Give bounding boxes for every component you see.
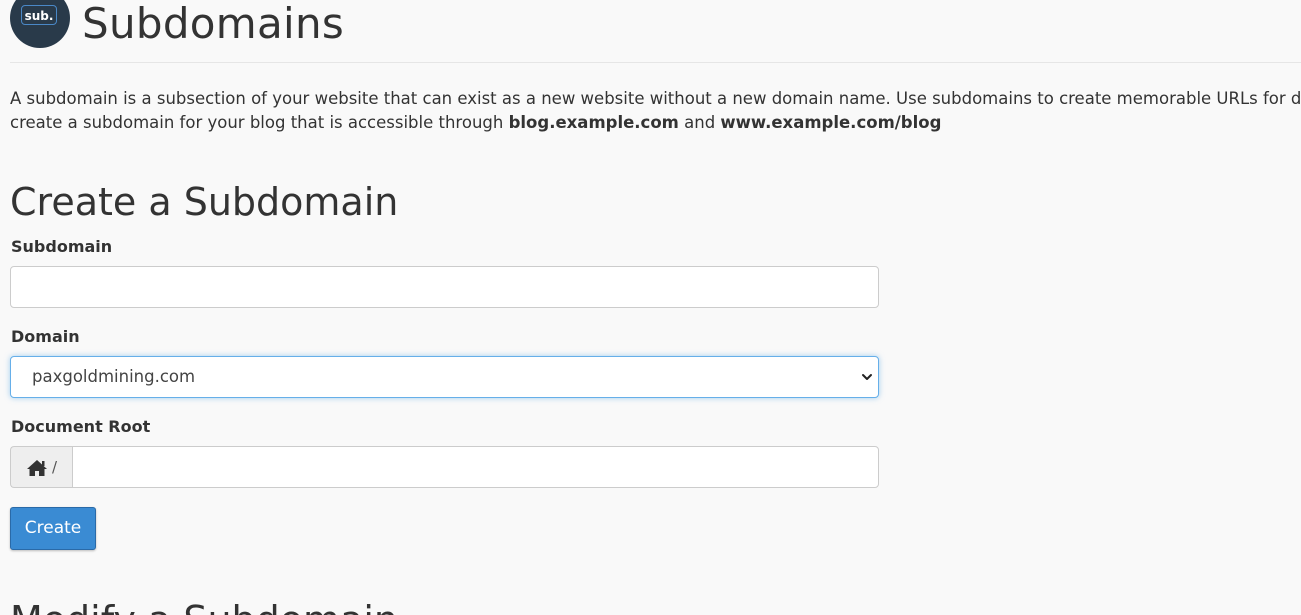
intro-text-line1: A subdomain is a subsection of your webs…	[10, 89, 1301, 108]
page-header: sub. Subdomains	[10, 0, 1301, 63]
intro-description: A subdomain is a subsection of your webs…	[10, 87, 1301, 135]
home-directory-addon: /	[10, 446, 73, 488]
document-root-input-group: /	[10, 446, 879, 488]
example-subdomain-url: blog.example.com	[508, 113, 679, 132]
subdomain-label: Subdomain	[11, 237, 113, 256]
intro-connector: and	[678, 113, 721, 132]
domain-select[interactable]: paxgoldmining.com	[10, 356, 879, 398]
intro-text-line2: create a subdomain for your blog that is…	[10, 113, 509, 132]
document-root-input[interactable]	[72, 446, 879, 488]
create-button[interactable]: Create	[10, 507, 96, 550]
subdomains-logo-icon: sub.	[10, 0, 70, 48]
home-icon	[27, 460, 47, 476]
create-subdomain-heading: Create a Subdomain	[10, 180, 399, 224]
example-path-url: www.example.com/blog	[720, 113, 942, 132]
subdomain-input[interactable]	[10, 266, 879, 308]
subdomains-page: sub. Subdomains A subdomain is a subsect…	[0, 0, 1301, 615]
page-title: Subdomains	[82, 0, 345, 48]
domain-label: Domain	[11, 327, 80, 346]
path-separator: /	[52, 458, 58, 476]
document-root-label: Document Root	[11, 417, 151, 436]
domain-select-value: paxgoldmining.com	[32, 367, 196, 386]
logo-badge: sub.	[21, 5, 57, 25]
chevron-down-icon	[862, 374, 872, 380]
modify-subdomain-heading: Modify a Subdomain	[10, 596, 398, 615]
